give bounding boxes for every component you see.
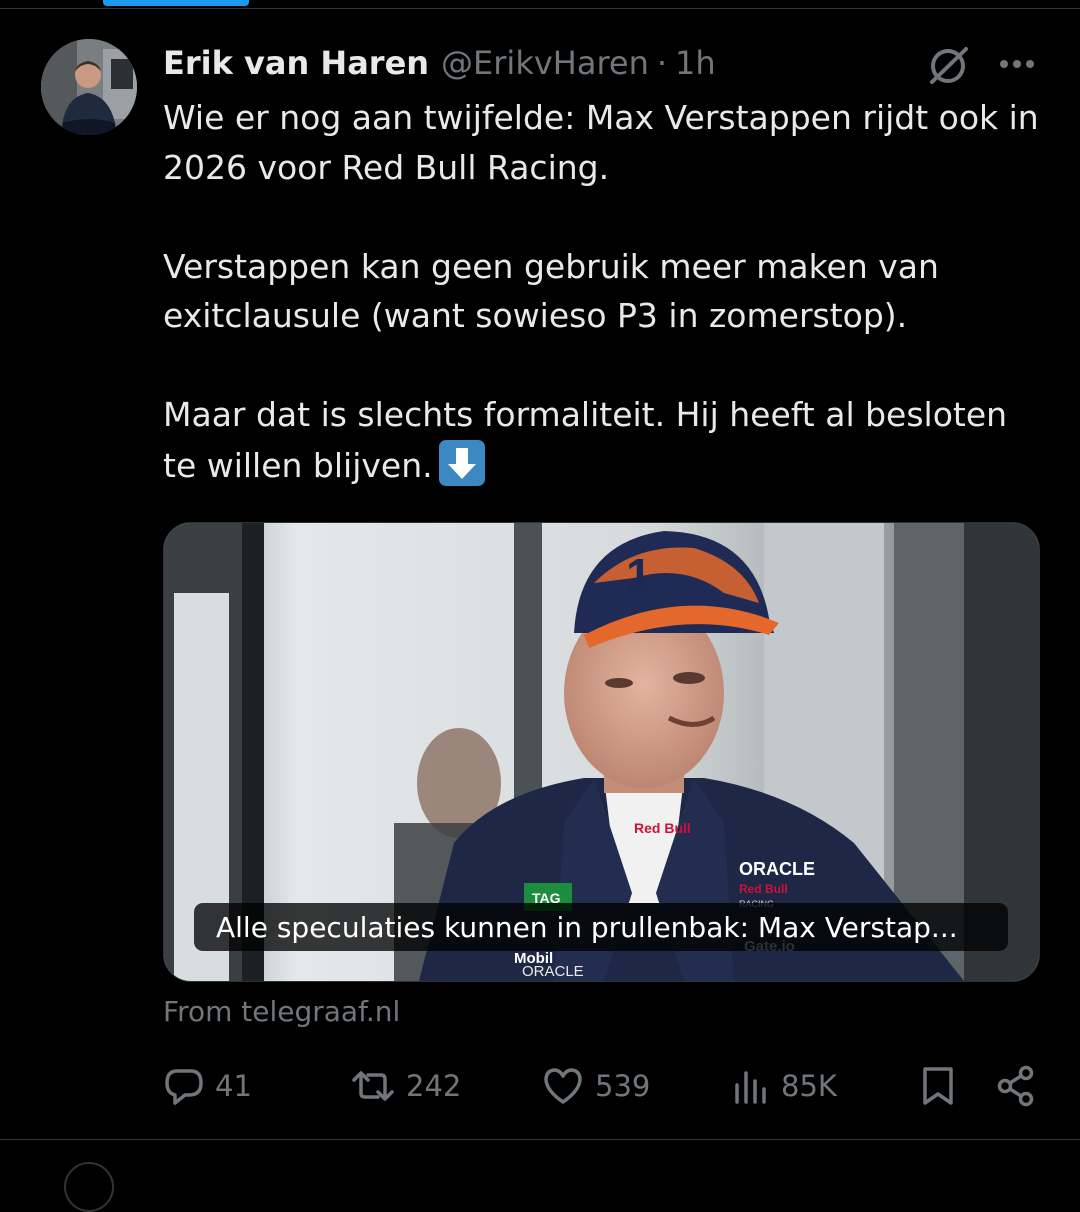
arrow-down-emoji xyxy=(438,439,485,486)
next-tweet-avatar xyxy=(64,1162,114,1212)
avatar-photo xyxy=(41,39,137,135)
card-title-text: Alle speculaties kunnen in prullenbak: M… xyxy=(216,910,958,944)
tweet-paragraph-3-text: Maar dat is slechts formaliteit. Hij hee… xyxy=(163,395,1008,485)
tweet-paragraph-2: Verstappen kan geen gebruik meer maken v… xyxy=(163,246,939,336)
like-icon xyxy=(544,1068,582,1104)
top-divider xyxy=(0,8,1080,9)
card-sponsor-redbull: Red Bull xyxy=(634,820,691,836)
views-icon xyxy=(735,1071,766,1104)
views-button[interactable]: 85K xyxy=(731,1062,837,1110)
author-handle[interactable]: @ErikvHaren xyxy=(441,44,649,82)
tweet-paragraph-1: Wie er nog aan twijfelde: Max Verstappen… xyxy=(163,98,1039,187)
active-tab-indicator xyxy=(103,0,249,6)
repost-button[interactable]: 242 xyxy=(350,1062,461,1110)
repost-count: 242 xyxy=(406,1069,462,1103)
repost-icon xyxy=(352,1071,394,1101)
bookmark-icon xyxy=(923,1067,953,1105)
avatar[interactable] xyxy=(41,39,137,135)
tweet-timestamp[interactable]: 1h xyxy=(675,44,716,82)
views-count: 85K xyxy=(781,1069,837,1103)
cap-number: 1 xyxy=(626,549,652,601)
grok-icon[interactable] xyxy=(926,44,972,86)
dot-separator: · xyxy=(656,44,668,82)
tweet-text: Wie er nog aan twijfelde: Max Verstappen… xyxy=(163,93,1043,490)
like-count: 539 xyxy=(595,1069,651,1103)
card-source[interactable]: From telegraaf.nl xyxy=(163,992,400,1032)
reply-icon xyxy=(165,1069,203,1105)
link-card[interactable]: 1 Red Bull ORACLE Red Bull RACING TAG Mo… xyxy=(163,522,1040,982)
share-button[interactable] xyxy=(996,1062,1036,1110)
tweet-paragraph-3: Maar dat is slechts formaliteit. Hij hee… xyxy=(163,390,1043,490)
more-icon[interactable] xyxy=(996,50,1038,78)
reply-button[interactable]: 41 xyxy=(163,1062,252,1110)
like-button[interactable]: 539 xyxy=(541,1062,650,1110)
card-sponsor-oracle-2: ORACLE xyxy=(522,963,584,980)
author-name[interactable]: Erik van Haren xyxy=(163,44,429,82)
card-title: Alle speculaties kunnen in prullenbak: M… xyxy=(194,903,1008,951)
tweet-header: Erik van Haren @ErikvHaren · 1h xyxy=(163,38,716,88)
reply-count: 41 xyxy=(215,1069,252,1103)
share-icon xyxy=(997,1065,1034,1107)
card-sponsor-oracle: ORACLE xyxy=(739,859,815,879)
bottom-divider xyxy=(0,1139,1080,1140)
bookmark-button[interactable] xyxy=(920,1062,956,1110)
card-sponsor-redbull-2: Red Bull xyxy=(739,882,788,896)
